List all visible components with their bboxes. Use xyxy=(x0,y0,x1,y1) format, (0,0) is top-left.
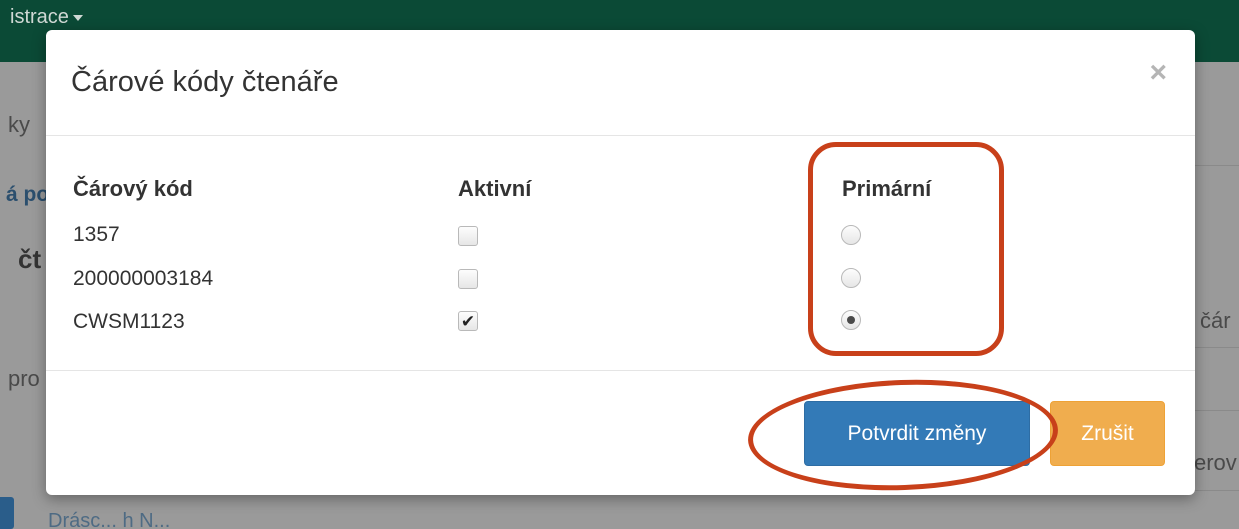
background-side-tab xyxy=(0,497,14,529)
primary-radio[interactable] xyxy=(841,225,861,245)
background-text-fragment: erov xyxy=(1194,450,1237,475)
column-header-barcode: Čárový kód xyxy=(73,176,193,201)
background-text-fragment: čár xyxy=(1200,308,1231,333)
background-heading-fragment: čt xyxy=(18,244,42,274)
page: istrace ky á po čt pro čár erov Drásc...… xyxy=(0,0,1239,529)
modal-title: Čárové kódy čtenáře xyxy=(71,66,339,98)
background-bottom-text: Drásc... h N... xyxy=(48,510,171,529)
active-checkbox[interactable] xyxy=(458,226,478,246)
close-button[interactable]: × xyxy=(1149,58,1167,88)
cancel-button[interactable]: Zrušit xyxy=(1050,401,1165,466)
barcode-value: 1357 xyxy=(73,223,120,246)
administration-menu[interactable]: istrace xyxy=(10,6,83,29)
active-checkbox[interactable] xyxy=(458,269,478,289)
barcode-value: CWSM1123 xyxy=(73,310,185,333)
checkmark-icon: ✔ xyxy=(460,311,476,331)
background-text-fragment: ky xyxy=(8,112,30,137)
primary-radio[interactable] xyxy=(841,310,861,330)
column-header-primary: Primární xyxy=(842,176,932,201)
active-checkbox[interactable]: ✔ xyxy=(458,311,478,331)
radio-selected-dot xyxy=(847,316,855,324)
background-link-fragment: á po xyxy=(6,183,50,206)
confirm-changes-button[interactable]: Potvrdit změny xyxy=(804,401,1030,466)
background-text-fragment: pro xyxy=(8,366,40,391)
modal-header: Čárové kódy čtenáře × xyxy=(46,30,1195,136)
modal-footer-divider xyxy=(46,370,1195,371)
administration-menu-label: istrace xyxy=(10,6,69,28)
column-header-active: Aktivní xyxy=(458,176,532,201)
barcodes-modal: Čárové kódy čtenáře × Čárový kód Aktivní… xyxy=(46,30,1195,495)
barcode-value: 200000003184 xyxy=(73,267,214,290)
primary-radio[interactable] xyxy=(841,268,861,288)
caret-down-icon xyxy=(72,14,83,21)
